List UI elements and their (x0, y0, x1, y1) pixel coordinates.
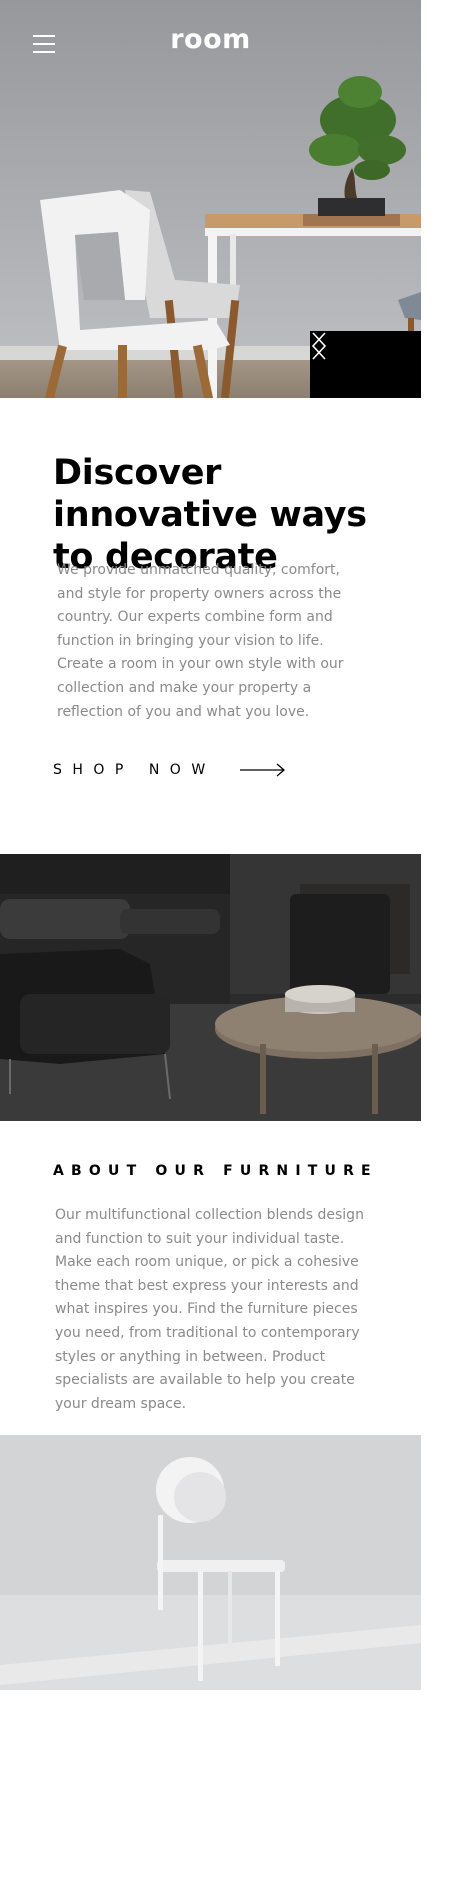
dark-room-illustration (0, 854, 421, 1121)
arrow-right-icon (239, 763, 285, 777)
about-body-text: Our multifunctional collection blends de… (55, 1207, 364, 1412)
logo[interactable]: room (0, 24, 421, 55)
content-column: room Discover innovative ways to decorat… (0, 0, 421, 1878)
chevron-right-icon (312, 332, 327, 360)
dark-room-image (0, 854, 421, 1121)
discover-body-text: We provide unmatched quality, comfort, a… (57, 562, 344, 720)
white-chair-illustration (0, 1435, 421, 1690)
white-chair-image (0, 1435, 421, 1690)
shop-now-label: SHOP NOW (53, 762, 216, 778)
about-title: ABOUT OUR FURNITURE (53, 1163, 378, 1179)
shop-now-link[interactable]: SHOP NOW (53, 762, 286, 778)
slider-controls (310, 331, 421, 398)
hero-section: room (0, 0, 421, 398)
next-slide-button[interactable] (312, 331, 422, 398)
page: room Discover innovative ways to decorat… (0, 0, 468, 1878)
